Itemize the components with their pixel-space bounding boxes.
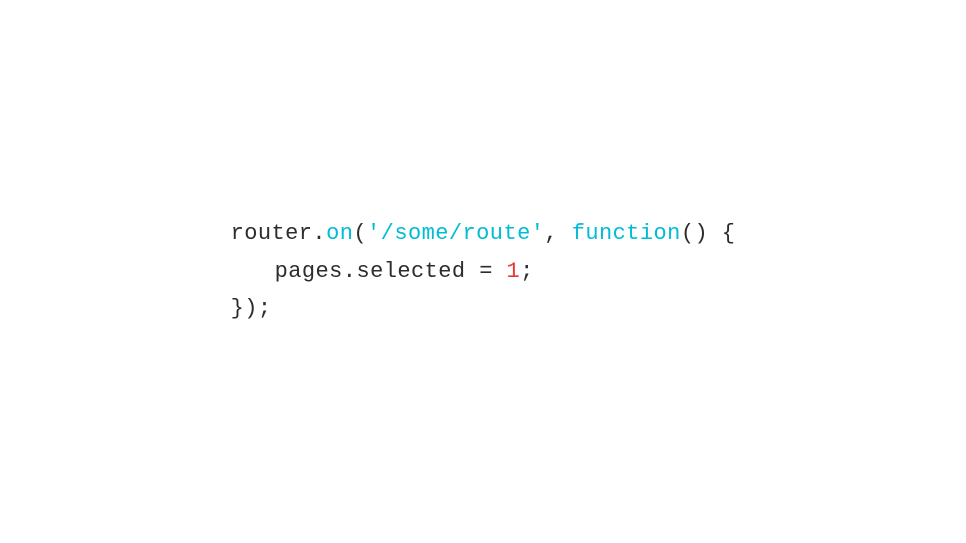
token-function: function [572,215,681,252]
token-selected: selected [356,253,465,290]
token-dot2: . [343,253,357,290]
token-router: router [231,215,313,252]
token-semicolon: ; [520,253,534,290]
token-space-brace: { [708,215,735,252]
token-paren-args: () [681,215,708,252]
code-line-1: router.on('/some/route', function() { [231,215,736,252]
token-dot1: . [312,215,326,252]
code-line-2: pages.selected = 1; [231,253,736,290]
token-eq: = [466,253,507,290]
token-pages: pages [275,253,343,290]
token-number: 1 [507,253,521,290]
code-block: router.on('/some/route', function() { pa… [231,215,736,327]
token-route: '/some/route' [367,215,544,252]
token-on: on [326,215,353,252]
token-close: }); [231,290,272,327]
token-indent [231,253,275,290]
code-line-3: }); [231,290,736,327]
token-comma: , [544,215,571,252]
token-paren-open: ( [353,215,367,252]
